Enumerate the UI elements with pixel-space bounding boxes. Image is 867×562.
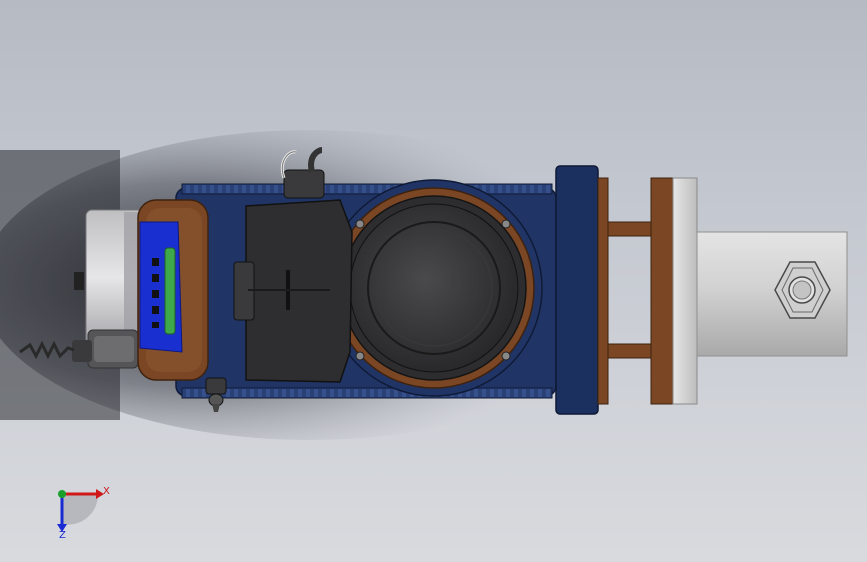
cooling-fin — [522, 185, 526, 193]
cooling-fin — [338, 185, 342, 193]
cooling-fin — [490, 185, 494, 193]
cooling-fin — [378, 389, 382, 397]
cooling-fin — [258, 389, 262, 397]
cooling-fin — [362, 185, 366, 193]
cooling-fin — [226, 389, 230, 397]
cooling-fin — [202, 185, 206, 193]
cooling-fin — [210, 185, 214, 193]
cooling-fin — [538, 389, 542, 397]
cylinder-flange[interactable] — [650, 177, 698, 405]
cooling-fin — [298, 389, 302, 397]
cooling-fin — [266, 185, 270, 193]
z-axis-label: Z — [59, 530, 66, 541]
adapter-plate[interactable] — [597, 177, 609, 405]
cooling-fin — [202, 389, 206, 397]
cooling-fin — [482, 389, 486, 397]
cooling-fin — [386, 389, 390, 397]
cooling-fin — [514, 185, 518, 193]
cooling-fin — [378, 185, 382, 193]
cooling-fin — [330, 389, 334, 397]
cooling-fin — [250, 185, 254, 193]
cad-viewport[interactable]: X Z — [0, 0, 867, 562]
cooling-fin — [250, 389, 254, 397]
cooling-fin — [194, 185, 198, 193]
cooling-fin — [530, 389, 534, 397]
control-panel[interactable] — [139, 221, 183, 353]
cooling-fin — [546, 389, 550, 397]
cooling-fin — [258, 185, 262, 193]
cooling-fin — [506, 389, 510, 397]
cooling-fin — [234, 185, 238, 193]
cooling-fin — [498, 389, 502, 397]
cooling-fin — [530, 185, 534, 193]
cooling-fin — [186, 389, 190, 397]
coordinate-triad — [57, 489, 104, 532]
cooling-fin — [274, 185, 278, 193]
cooling-fin — [186, 185, 190, 193]
cooling-fin — [362, 389, 366, 397]
mounting-flange[interactable] — [555, 165, 599, 415]
cooling-fin — [338, 389, 342, 397]
cooling-fin — [266, 389, 270, 397]
cooling-fin — [346, 185, 350, 193]
cooling-fin — [538, 185, 542, 193]
cooling-fin — [354, 389, 358, 397]
cooling-fin — [218, 185, 222, 193]
cooling-fin — [290, 389, 294, 397]
motor-body[interactable] — [233, 199, 353, 383]
cooling-fin — [506, 185, 510, 193]
cooling-fin — [514, 389, 518, 397]
cooling-fin — [370, 389, 374, 397]
cooling-fin — [546, 185, 550, 193]
cooling-fin — [234, 389, 238, 397]
y-axis-dot — [58, 490, 66, 498]
cooling-fin — [522, 389, 526, 397]
cooling-fin — [498, 185, 502, 193]
cooling-fin — [474, 389, 478, 397]
cooling-fin — [330, 185, 334, 193]
cooling-fin — [370, 185, 374, 193]
cooling-fin — [242, 389, 246, 397]
cooling-fin — [274, 389, 278, 397]
cooling-fin — [306, 389, 310, 397]
cooling-fin — [194, 389, 198, 397]
viewport-ring[interactable] — [325, 179, 543, 397]
cooling-fin — [490, 389, 494, 397]
cooling-fin — [314, 389, 318, 397]
x-axis-label: X — [103, 486, 110, 497]
cooling-fin — [354, 185, 358, 193]
cooling-fin — [322, 389, 326, 397]
cooling-fin — [346, 389, 350, 397]
cooling-fin — [282, 389, 286, 397]
cooling-fin — [226, 185, 230, 193]
cooling-fin — [242, 185, 246, 193]
